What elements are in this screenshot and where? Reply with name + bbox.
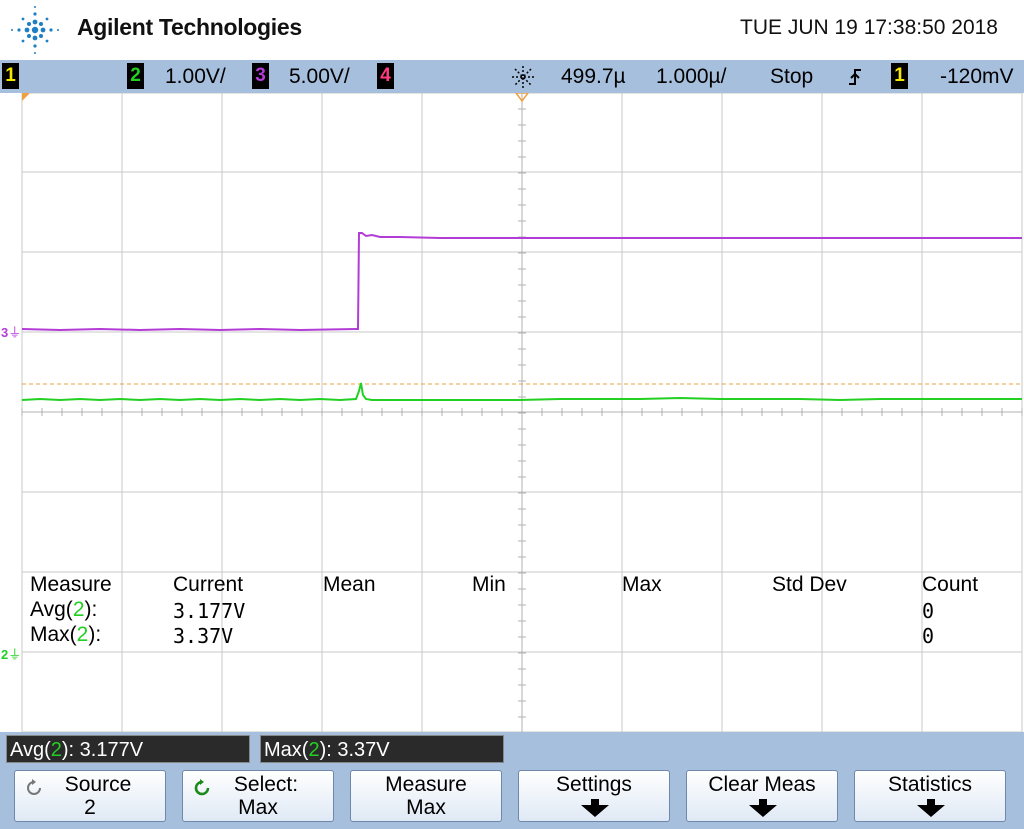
source-softkey[interactable]: Source 2 xyxy=(14,770,166,822)
header-measure: Measure xyxy=(30,573,112,596)
row-avg-count: 0 xyxy=(922,599,935,623)
header-max: Max xyxy=(622,573,662,596)
header-min: Min xyxy=(472,573,506,596)
channel-2-scale: 1.00V/ xyxy=(165,65,226,88)
brand-name: Agilent Technologies xyxy=(77,14,302,40)
header-count: Count xyxy=(922,573,979,596)
trigger-source[interactable]: 1 xyxy=(891,63,908,89)
time-scale: 1.000µ/ xyxy=(656,65,727,88)
down-arrow-icon xyxy=(917,799,945,817)
channel-status-bar: 1 2 1.00V/ 3 5.00V/ 4 499.7µ 1.000µ/ Sto… xyxy=(0,60,1024,93)
run-state: Stop xyxy=(770,65,814,88)
channel-4-indicator[interactable]: 4 xyxy=(377,63,394,89)
header-current: Current xyxy=(173,573,244,596)
channel-3-ground-marker[interactable]: 3⏚ xyxy=(1,322,21,341)
agilent-spark-logo-icon xyxy=(11,6,59,54)
channel-2-indicator[interactable]: 2 xyxy=(127,63,144,89)
channel-3-indicator[interactable]: 3 xyxy=(252,63,269,89)
softkey-area: Avg(2): 3.177V Max(2): 3.37V Source 2 Se… xyxy=(0,732,1024,829)
avg-readout: Avg(2): 3.177V xyxy=(6,735,250,763)
trigger-level: -120mV xyxy=(940,65,1014,88)
channel-1-indicator[interactable]: 1 xyxy=(2,63,19,89)
down-arrow-icon xyxy=(581,799,609,817)
settings-softkey[interactable]: Settings xyxy=(518,770,670,822)
time-delay: 499.7µ xyxy=(561,65,626,88)
max-readout: Max(2): 3.37V xyxy=(260,735,504,763)
channel-2-ground-marker[interactable]: 2⏚ xyxy=(1,644,21,663)
down-arrow-icon xyxy=(749,799,777,817)
measure-max-softkey[interactable]: Measure Max xyxy=(350,770,502,822)
graticule xyxy=(21,93,1023,732)
waveform-display: 3⏚ 2⏚ Measure Current Mean Min Max Std D… xyxy=(0,93,1024,732)
row-max-current: 3.37V xyxy=(173,624,234,648)
select-softkey[interactable]: Select: Max xyxy=(182,770,334,822)
header-mean: Mean xyxy=(323,573,376,596)
clear-meas-softkey[interactable]: Clear Meas xyxy=(686,770,838,822)
row-avg-current: 3.177V xyxy=(173,599,246,623)
trigger-edge-icon xyxy=(849,69,861,85)
row-avg-label: Avg(2): xyxy=(30,598,98,621)
row-max-count: 0 xyxy=(922,624,935,648)
header-std-dev: Std Dev xyxy=(772,573,847,596)
date-time: TUE JUN 19 17:38:50 2018 xyxy=(740,16,998,39)
channel-3-scale: 5.00V/ xyxy=(289,65,350,88)
statistics-softkey[interactable]: Statistics xyxy=(854,770,1006,822)
row-max-label: Max(2): xyxy=(30,623,102,646)
header-bar: Agilent Technologies TUE JUN 19 17:38:50… xyxy=(0,0,1024,60)
acquisition-mode-icon xyxy=(512,66,534,88)
